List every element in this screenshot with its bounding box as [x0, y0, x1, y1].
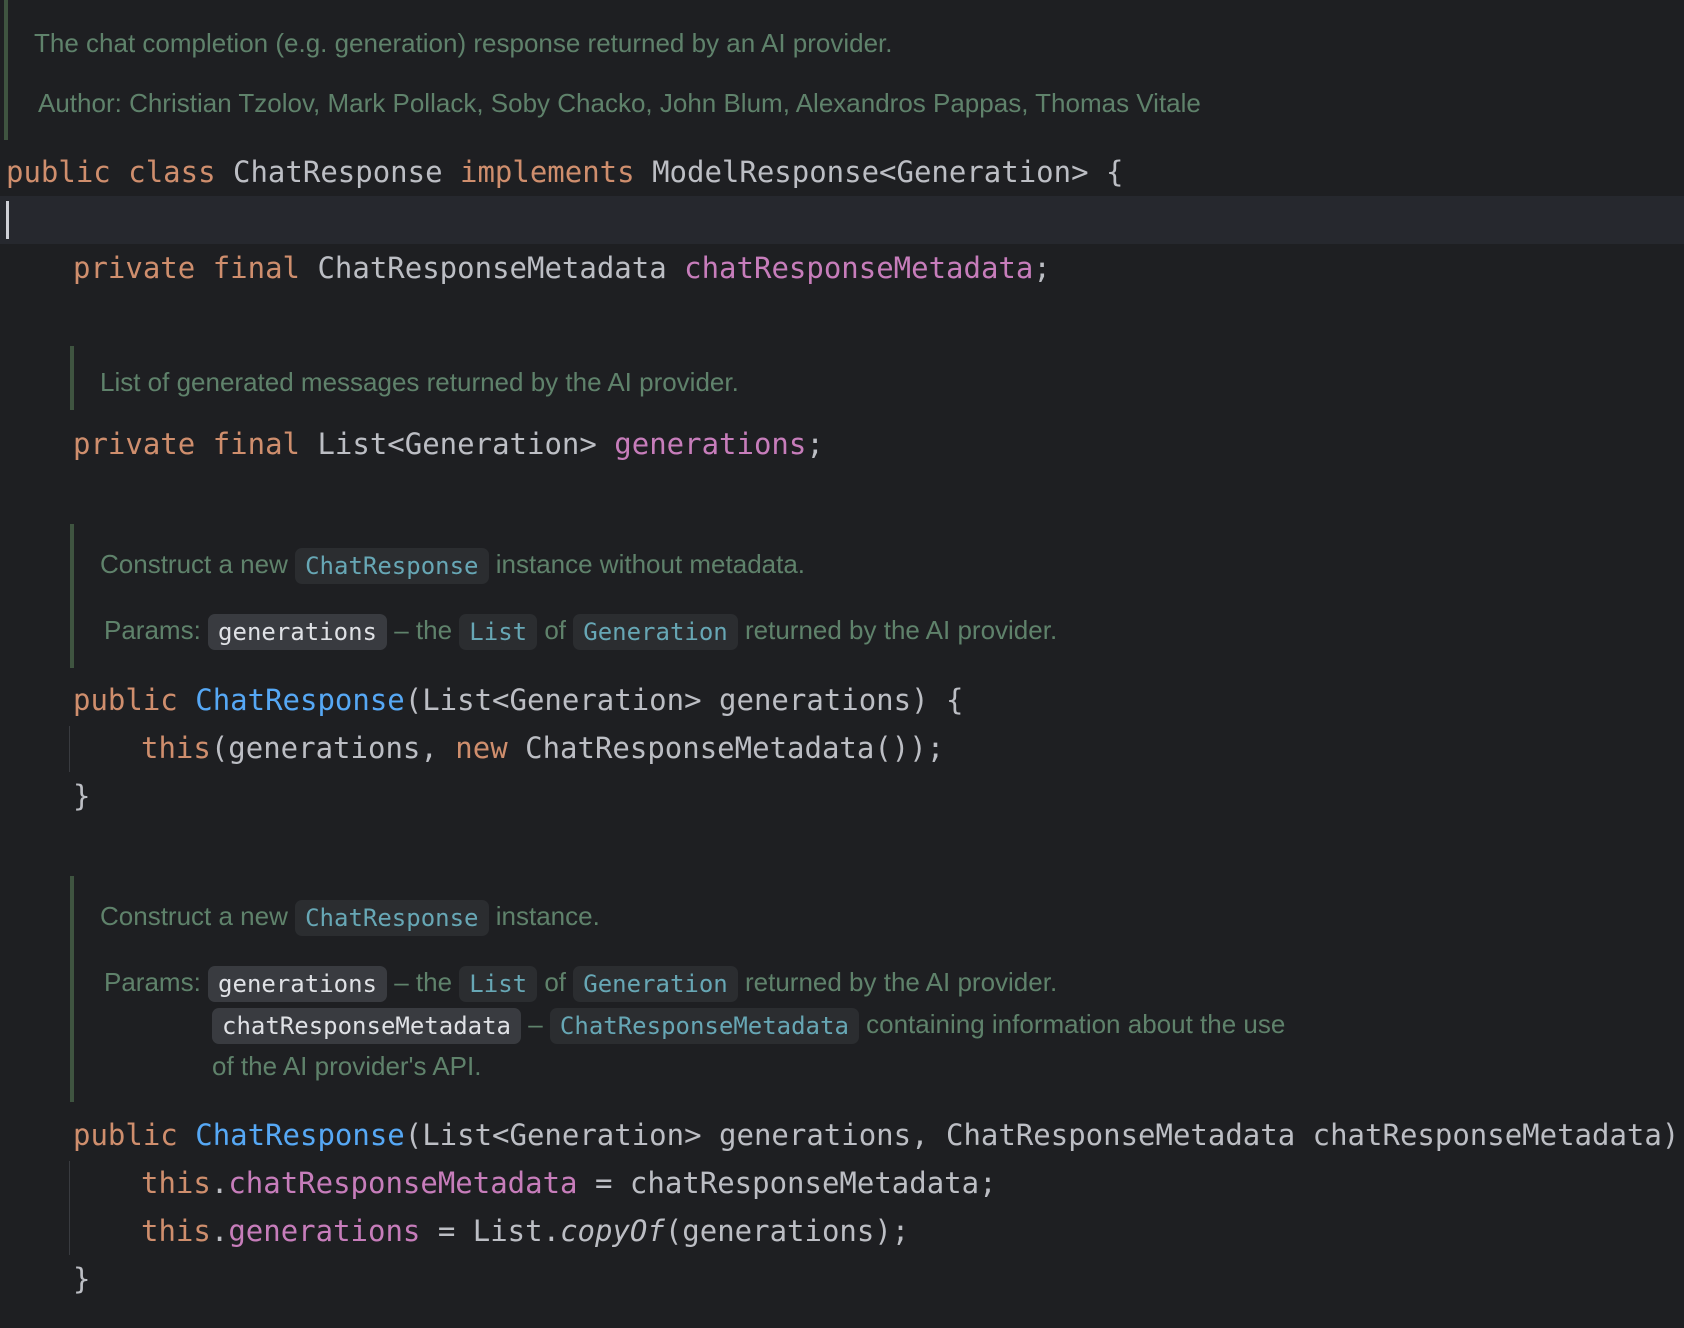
field-name: generations — [614, 427, 807, 461]
param-generations: generations — [208, 614, 387, 651]
dot: . — [210, 1214, 229, 1248]
this-keyword: this — [141, 1166, 211, 1200]
class-doc-description: The chat completion (e.g. generation) re… — [34, 28, 893, 58]
field-type: List<Generation> — [317, 427, 597, 461]
doc-text: Construct a new — [100, 549, 288, 579]
this-keyword: this — [141, 1214, 211, 1248]
field-type: ChatResponseMetadata — [317, 251, 667, 285]
assignment: = List. — [420, 1214, 561, 1248]
supertype: ModelResponse<Generation> { — [652, 155, 1124, 189]
constructor2-doc-param2-cont: of the AI provider's API. — [212, 1051, 482, 1081]
public-keyword: public — [73, 1118, 178, 1152]
param-generations: generations — [208, 966, 387, 1003]
call-args: (generations); — [664, 1214, 910, 1248]
doc-text: – the — [394, 967, 453, 997]
code-editor[interactable]: The chat completion (e.g. generation) re… — [0, 0, 1684, 1328]
constructor2-doc-param2: chatResponseMetadata – ChatResponseMetad… — [212, 1004, 1286, 1045]
doc-text: of — [544, 967, 567, 997]
field-chat-response-metadata: private final ChatResponseMetadata chatR… — [73, 246, 1051, 290]
author-list: Christian Tzolov, Mark Pollack, Soby Cha… — [129, 88, 1201, 118]
constructor2-doc-summary: Construct a new ChatResponse instance. — [100, 896, 600, 937]
params-label: Params: — [104, 967, 201, 997]
parameter-list: (List<Generation> generations, ChatRespo… — [404, 1118, 1684, 1152]
constructor-name: ChatResponse — [195, 683, 405, 717]
constructor1-doc-params: Params: generations – the List of Genera… — [104, 610, 1058, 651]
field-ref: chatResponseMetadata — [228, 1166, 578, 1200]
dot: . — [210, 1166, 229, 1200]
semicolon: ; — [806, 427, 824, 461]
class-doc-author: Author: Christian Tzolov, Mark Pollack, … — [38, 83, 1201, 123]
private-keyword: private — [73, 251, 196, 285]
field-doc-comment — [70, 346, 74, 410]
generation-link[interactable]: Generation — [573, 966, 738, 1003]
class-name: ChatResponse — [233, 155, 443, 189]
constructor1-doc-comment — [70, 524, 74, 668]
implements-keyword: implements — [460, 155, 635, 189]
public-keyword: public — [6, 155, 111, 189]
field-name: chatResponseMetadata — [684, 251, 1034, 285]
indent-guide — [69, 1161, 70, 1255]
class-doc-comment — [4, 0, 8, 140]
assignment: = chatResponseMetadata; — [577, 1166, 997, 1200]
param-chat-response-metadata: chatResponseMetadata — [212, 1008, 521, 1045]
call-args: (generations, — [210, 731, 456, 765]
field-generations: private final List<Generation> generatio… — [73, 422, 824, 466]
constructor2-body-line1: this.chatResponseMetadata = chatResponse… — [141, 1161, 997, 1205]
field-doc-text: List of generated messages returned by t… — [100, 367, 739, 397]
constructor1-closing-brace: } — [73, 779, 91, 813]
public-keyword: public — [73, 683, 178, 717]
semicolon: ; — [1033, 251, 1051, 285]
doc-text: returned by the AI provider. — [744, 967, 1058, 997]
constructor2-doc-comment — [70, 876, 74, 1102]
this-keyword: this — [141, 731, 211, 765]
constructor1-body-line: this(generations, new ChatResponseMetada… — [141, 726, 944, 770]
final-keyword: final — [212, 251, 300, 285]
doc-text: Construct a new — [100, 901, 288, 931]
constructor2-body-line2: this.generations = List.copyOf(generatio… — [141, 1209, 909, 1253]
parameter-list: (List<Generation> generations) { — [404, 683, 964, 717]
params-label: Params: — [104, 615, 201, 645]
call-end: ChatResponseMetadata()); — [507, 731, 945, 765]
list-link[interactable]: List — [459, 966, 538, 1003]
doc-text: of — [544, 615, 567, 645]
constructor1-doc-summary: Construct a new ChatResponse instance wi… — [100, 544, 806, 585]
class-keyword: class — [128, 155, 216, 189]
class-declaration: public class ChatResponse implements Mod… — [6, 150, 1123, 194]
chatresponsemetadata-link[interactable]: ChatResponseMetadata — [549, 1008, 859, 1045]
chatresponse-link[interactable]: ChatResponse — [295, 900, 489, 937]
doc-text: instance. — [495, 901, 600, 931]
doc-text: instance without metadata. — [495, 549, 806, 579]
constructor2-doc-param1: Params: generations – the List of Genera… — [104, 962, 1058, 1003]
final-keyword: final — [212, 427, 300, 461]
current-line-highlight — [0, 196, 1684, 244]
indent-guide — [69, 726, 70, 772]
author-label: Author: — [38, 88, 122, 118]
constructor1-signature: public ChatResponse(List<Generation> gen… — [73, 678, 963, 722]
new-keyword: new — [455, 731, 508, 765]
doc-text: – the — [394, 615, 453, 645]
static-method-call: copyOf — [560, 1214, 665, 1248]
field-ref: generations — [228, 1214, 421, 1248]
doc-text: containing information about the use — [866, 1009, 1286, 1039]
chatresponse-link[interactable]: ChatResponse — [295, 548, 489, 585]
doc-text: returned by the AI provider. — [744, 615, 1058, 645]
generation-link[interactable]: Generation — [573, 614, 738, 651]
private-keyword: private — [73, 427, 196, 461]
text-caret — [6, 201, 9, 239]
constructor2-signature: public ChatResponse(List<Generation> gen… — [73, 1113, 1684, 1157]
constructor2-closing-brace: } — [73, 1262, 91, 1296]
constructor-name: ChatResponse — [195, 1118, 405, 1152]
list-link[interactable]: List — [459, 614, 538, 651]
doc-text: – — [528, 1009, 543, 1039]
